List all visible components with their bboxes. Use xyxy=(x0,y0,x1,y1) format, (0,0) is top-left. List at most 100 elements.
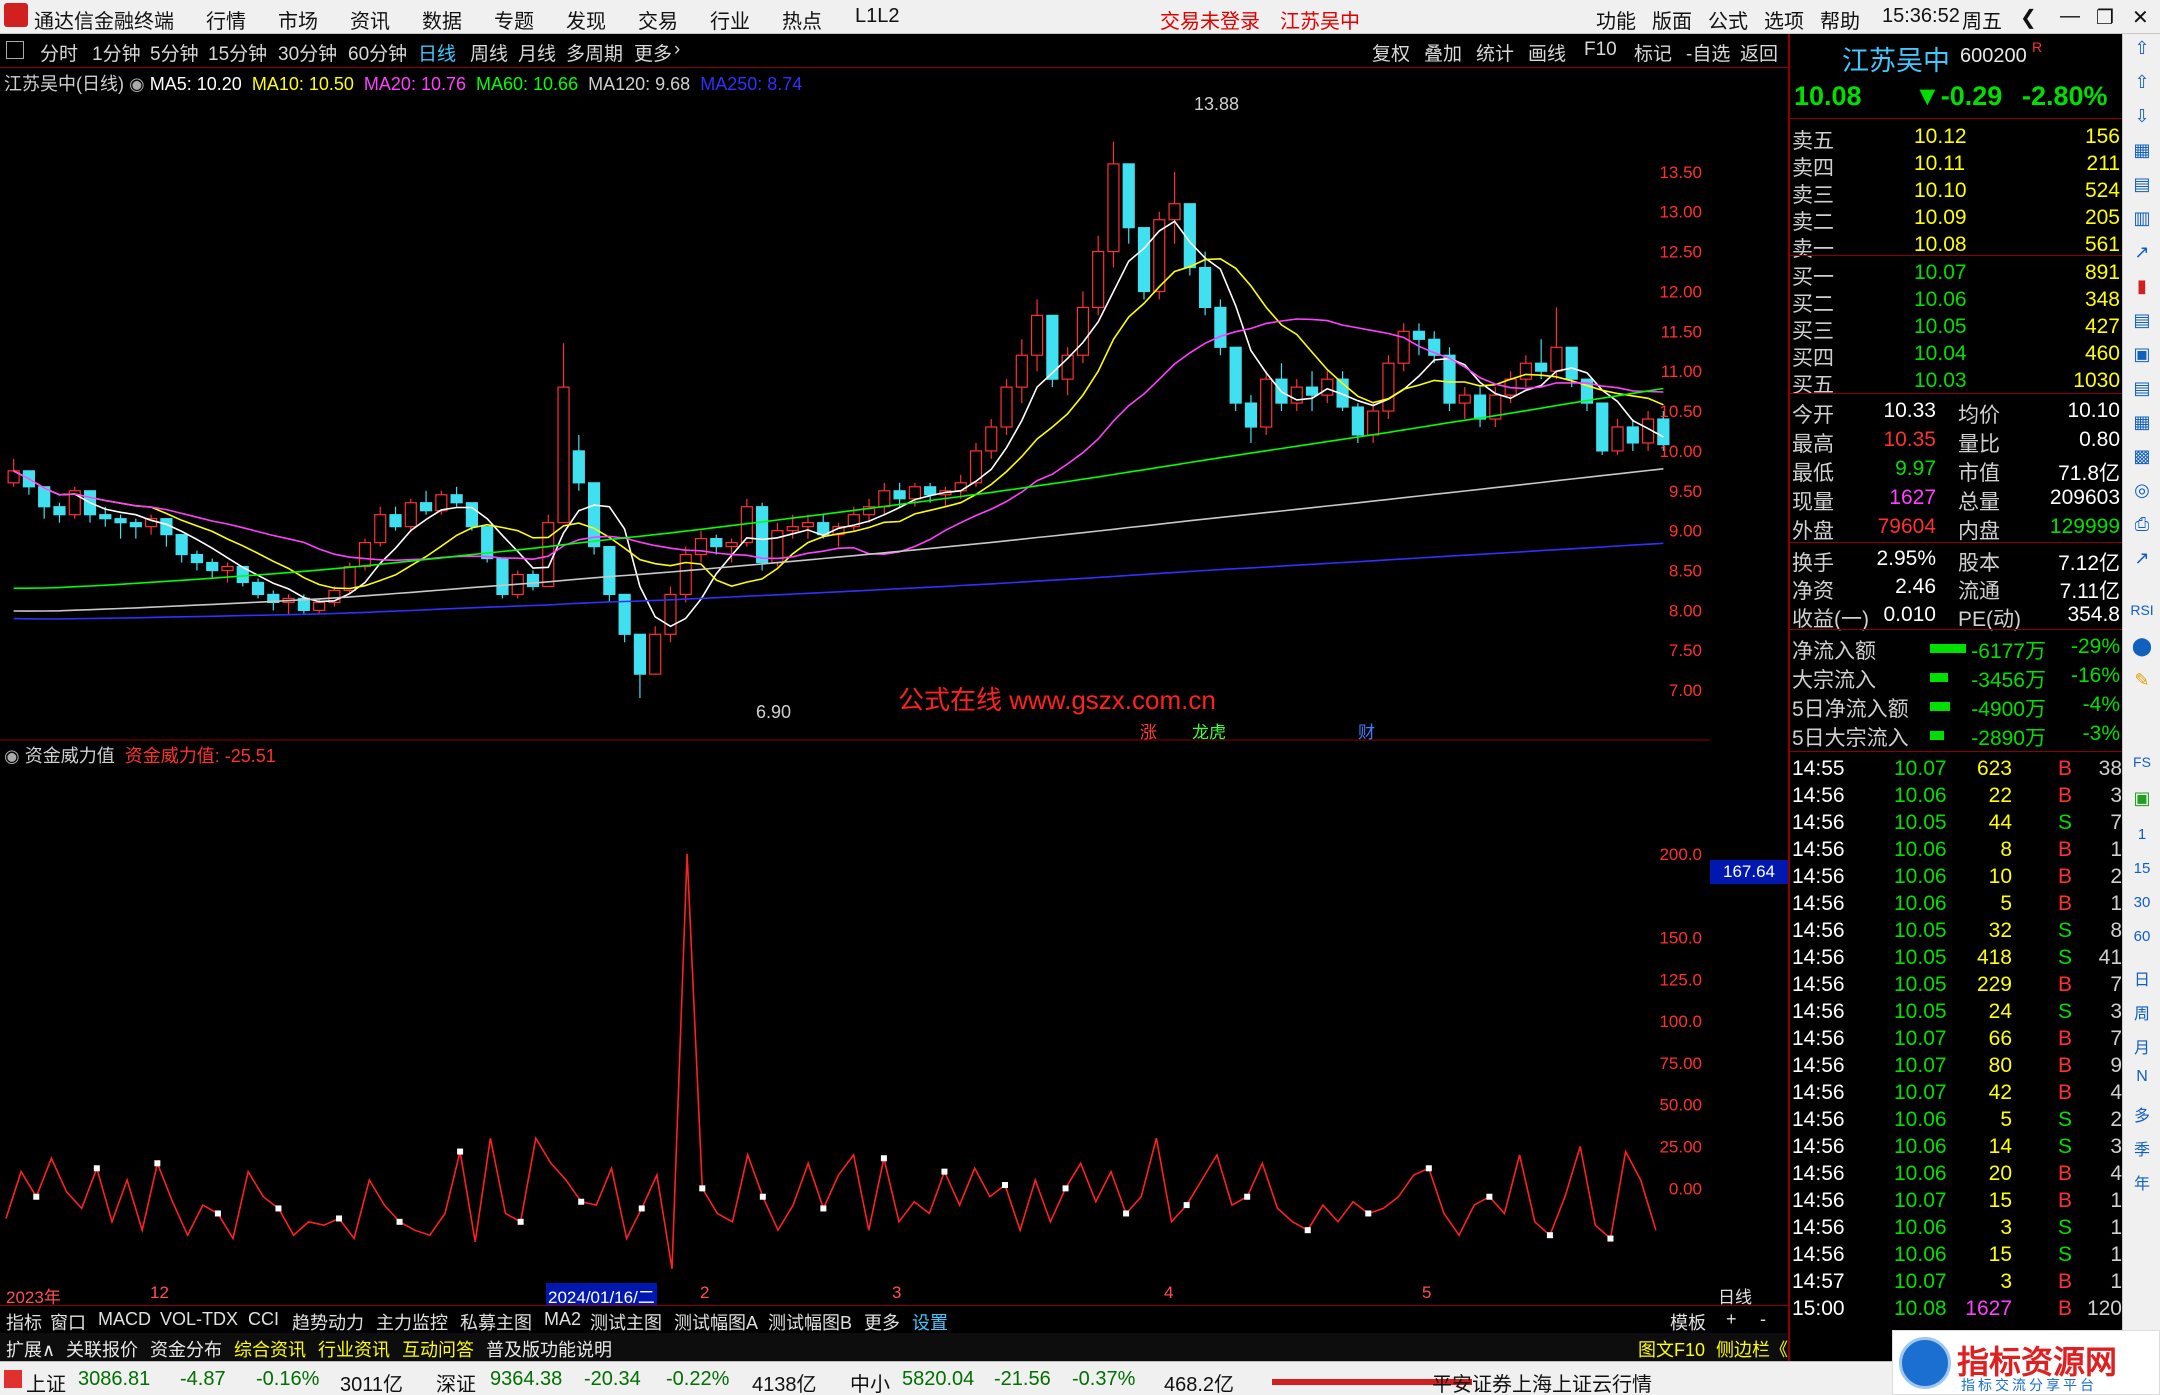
menu-item-l1l2[interactable]: L1L2 xyxy=(855,5,900,28)
stab-r0[interactable]: 图文F10 xyxy=(1638,1336,1705,1362)
bid-row[interactable]: 买二 10.06 348 xyxy=(1790,287,2124,316)
tick-row[interactable]: 14:56 10.06 5 B 1 xyxy=(1790,891,2124,918)
sz-label[interactable]: 深证 xyxy=(436,1368,476,1395)
flow-row[interactable]: 大宗流入 -3456万 -16% xyxy=(1790,663,2124,692)
side-icon-1[interactable]: ⇧ xyxy=(2127,38,2157,66)
stat-row[interactable]: 最低 9.97 市值 71.8亿 xyxy=(1790,456,2124,485)
bid-row[interactable]: 买四 10.04 460 xyxy=(1790,341,2124,370)
sh-label[interactable]: 上证 xyxy=(26,1368,66,1395)
btab-3[interactable]: VOL-TDX xyxy=(160,1309,238,1330)
menu-item-market[interactable]: 市场 xyxy=(278,5,318,34)
marker-rank[interactable]: 龙虎 xyxy=(1192,718,1226,743)
tick-row[interactable]: 14:56 10.06 5 S 2 xyxy=(1790,1107,2124,1134)
tab-5min[interactable]: 5分钟 xyxy=(150,39,199,66)
restore-icon[interactable]: ❐ xyxy=(2096,5,2114,30)
btn-diejia[interactable]: 叠加 xyxy=(1424,39,1462,66)
tick-row[interactable]: 14:55 10.07 623 B 38 xyxy=(1790,756,2124,783)
tab-15min[interactable]: 15分钟 xyxy=(208,39,267,66)
side-icon-7[interactable]: ↗ xyxy=(2127,242,2157,270)
ask-row[interactable]: 卖四 10.11 211 xyxy=(1790,151,2124,180)
btn-biaoji[interactable]: 标记 xyxy=(1634,39,1672,66)
tick-row[interactable]: 15:00 10.08 1627 B 120 xyxy=(1790,1296,2124,1323)
tick-row[interactable]: 14:56 10.05 44 S 7 xyxy=(1790,810,2124,837)
side-tool-rsi[interactable]: RSI xyxy=(2127,602,2157,630)
server-name[interactable]: 平安证券上海上证云行情 xyxy=(1432,1368,1652,1395)
stat-row[interactable]: 净资 2.46 流通 7.11亿 xyxy=(1790,574,2124,603)
menu-item-trade[interactable]: 交易 xyxy=(638,5,678,34)
menu-item-data[interactable]: 数据 xyxy=(422,5,462,34)
side-tool-1[interactable]: 1 xyxy=(2127,826,2157,854)
tick-row[interactable]: 14:56 10.06 22 B 3 xyxy=(1790,783,2124,810)
tick-row[interactable]: 14:57 10.07 3 B 1 xyxy=(1790,1269,2124,1296)
stat-row[interactable]: 现量 1627 总量 209603 xyxy=(1790,485,2124,514)
side-tool-fs[interactable]: FS xyxy=(2127,754,2157,782)
side-icon-14[interactable]: ◎ xyxy=(2127,480,2157,508)
tick-row[interactable]: 14:56 10.06 3 S 1 xyxy=(1790,1215,2124,1242)
side-icon-12[interactable]: ▦ xyxy=(2127,412,2157,440)
side-tool-multi[interactable]: 多 xyxy=(2127,1102,2157,1130)
stab-6[interactable]: 普及版功能说明 xyxy=(486,1336,612,1362)
side-icon-5[interactable]: ▤ xyxy=(2127,174,2157,202)
tick-row[interactable]: 14:56 10.06 15 S 1 xyxy=(1790,1242,2124,1269)
btab-10[interactable]: 测试幅图A xyxy=(674,1309,758,1335)
btab-4[interactable]: CCI xyxy=(248,1309,279,1330)
btn-huaxian[interactable]: 画线 xyxy=(1528,39,1566,66)
stat-row[interactable]: 今开 10.33 均价 10.10 xyxy=(1790,398,2124,427)
side-icon-17[interactable]: ⬤ xyxy=(2127,636,2157,664)
stab-4[interactable]: 行业资讯 xyxy=(318,1336,390,1362)
btab-6[interactable]: 主力监控 xyxy=(376,1309,448,1335)
tab-60min[interactable]: 60分钟 xyxy=(348,39,407,66)
side-tool-n[interactable]: N xyxy=(2127,1068,2157,1096)
btn-fuquan[interactable]: 复权 xyxy=(1372,39,1410,66)
btn-back[interactable]: 返回 xyxy=(1740,39,1778,66)
side-icon-2[interactable]: ⇧ xyxy=(2127,72,2157,100)
stab-0[interactable]: 扩展∧ xyxy=(6,1336,55,1362)
login-status[interactable]: 交易未登录 xyxy=(1160,5,1260,34)
side-icon-13[interactable]: ▩ xyxy=(2127,446,2157,474)
tab-30min[interactable]: 30分钟 xyxy=(278,39,337,66)
ask-row[interactable]: 卖五 10.12 156 xyxy=(1790,124,2124,153)
tick-row[interactable]: 14:56 10.07 80 B 9 xyxy=(1790,1053,2124,1080)
btn-zixuan[interactable]: -自选 xyxy=(1686,39,1730,66)
bid-row[interactable]: 买一 10.07 891 xyxy=(1790,260,2124,289)
tab-1min[interactable]: 1分钟 xyxy=(92,39,141,66)
side-tool-60[interactable]: 60 xyxy=(2127,928,2157,956)
stab-1[interactable]: 关联报价 xyxy=(66,1336,138,1362)
tab-monthly[interactable]: 月线 xyxy=(518,39,556,66)
menu-item-hot[interactable]: 热点 xyxy=(782,5,822,34)
btab-12[interactable]: 更多 xyxy=(864,1309,900,1335)
tab-weekly[interactable]: 周线 xyxy=(470,39,508,66)
zx-label[interactable]: 中小 xyxy=(850,1368,890,1395)
tab-more[interactable]: 更多 xyxy=(634,39,672,66)
btab-11[interactable]: 测试幅图B xyxy=(768,1309,852,1335)
menu-help[interactable]: 帮助 xyxy=(1820,5,1860,34)
tick-row[interactable]: 14:56 10.05 418 S 41 xyxy=(1790,945,2124,972)
flow-row[interactable]: 5日净流入额 -4900万 -4% xyxy=(1790,692,2124,721)
stab-3[interactable]: 综合资讯 xyxy=(234,1336,306,1362)
side-icon-15[interactable]: ⎙ xyxy=(2127,514,2157,542)
sidebar-toggle-icon[interactable] xyxy=(6,41,24,59)
tick-row[interactable]: 14:56 10.05 229 B 7 xyxy=(1790,972,2124,999)
btab-7[interactable]: 私募主图 xyxy=(460,1309,532,1335)
btab-8[interactable]: MA2 xyxy=(544,1309,581,1330)
btab-plus[interactable]: + xyxy=(1726,1309,1737,1330)
stab-5[interactable]: 互动问答 xyxy=(402,1336,474,1362)
side-icon-3[interactable]: ⇩ xyxy=(2127,106,2157,134)
tick-row[interactable]: 14:56 10.06 20 B 4 xyxy=(1790,1161,2124,1188)
side-tool-30[interactable]: 30 xyxy=(2127,894,2157,922)
tab-daily[interactable]: 日线 xyxy=(418,39,456,66)
side-tool-week[interactable]: 周 xyxy=(2127,1000,2157,1028)
menu-layout[interactable]: 版面 xyxy=(1652,5,1692,34)
menu-formula[interactable]: 公式 xyxy=(1708,5,1748,34)
side-icon-4[interactable]: ▦ xyxy=(2127,140,2157,168)
side-icon-10[interactable]: ▣ xyxy=(2127,344,2157,372)
back-icon[interactable]: ❮ xyxy=(2020,5,2037,30)
side-icon-16[interactable]: ↗ xyxy=(2127,548,2157,576)
chart-area[interactable]: 13.50 13.00 12.50 12.00 11.50 11.00 10.50 10.00… xyxy=(0,72,1710,1287)
tick-row[interactable]: 14:56 10.07 15 B 1 xyxy=(1790,1188,2124,1215)
btab-13[interactable]: 设置 xyxy=(912,1309,948,1335)
menu-item-news[interactable]: 资讯 xyxy=(350,5,390,34)
chevron-right-icon[interactable]: › xyxy=(674,39,680,61)
marker-up[interactable]: 涨 xyxy=(1140,718,1157,743)
stat-row[interactable]: 换手 2.95% 股本 7.12亿 xyxy=(1790,546,2124,575)
